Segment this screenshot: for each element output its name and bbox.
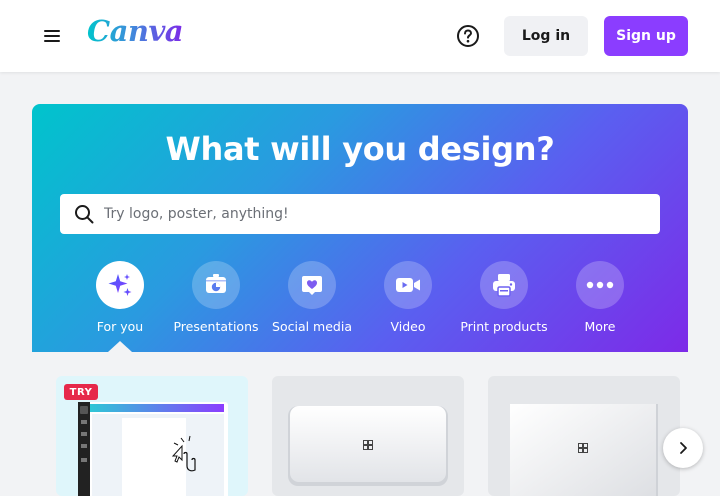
category-label: More: [584, 319, 616, 334]
signup-button[interactable]: Sign up: [604, 16, 688, 56]
try-badge: TRY: [64, 384, 98, 400]
design-card-document[interactable]: [488, 376, 680, 496]
top-header: Canva Log in Sign up: [0, 0, 720, 72]
design-cards-carousel: [32, 352, 688, 496]
category-print-products[interactable]: Print products: [456, 261, 552, 352]
chevron-right-icon: [680, 442, 687, 454]
hamburger-menu-icon: [44, 30, 60, 42]
help-circle-icon: [457, 25, 479, 47]
category-video[interactable]: Video: [360, 261, 456, 352]
category-circle: [576, 261, 624, 309]
carousel-next-button[interactable]: [663, 428, 703, 468]
design-card-template[interactable]: [272, 376, 464, 496]
presentation-icon: [206, 274, 226, 293]
hero-title: What will you design?: [165, 130, 555, 168]
category-for-you[interactable]: For you: [72, 261, 168, 352]
category-circle: [192, 261, 240, 309]
video-camera-icon: [396, 278, 420, 292]
category-circle: [384, 261, 432, 309]
search-input[interactable]: [104, 194, 644, 234]
card-preview-illustration: [288, 406, 448, 486]
card-preview-illustration: [510, 404, 658, 496]
category-presentations[interactable]: Presentations: [168, 261, 264, 352]
heart-icon: [302, 276, 322, 295]
more-dots-icon: [586, 281, 614, 289]
printer-icon: [493, 274, 515, 297]
menu-button[interactable]: [38, 22, 66, 50]
sparkle-icon: [108, 274, 132, 296]
active-category-pointer: [108, 341, 132, 352]
category-circle: [288, 261, 336, 309]
category-more[interactable]: More: [552, 261, 648, 352]
category-nav: For you Presentations Social media Video…: [32, 261, 688, 352]
help-button[interactable]: [455, 23, 481, 49]
search-icon: [75, 205, 94, 224]
search-bar[interactable]: [60, 194, 660, 234]
category-circle: [96, 261, 144, 309]
category-circle: [480, 261, 528, 309]
category-social-media[interactable]: Social media: [264, 261, 360, 352]
canva-logo[interactable]: Canva: [87, 14, 184, 48]
hero-banner: What will you design? For you: [32, 104, 688, 352]
login-button[interactable]: Log in: [504, 16, 588, 56]
